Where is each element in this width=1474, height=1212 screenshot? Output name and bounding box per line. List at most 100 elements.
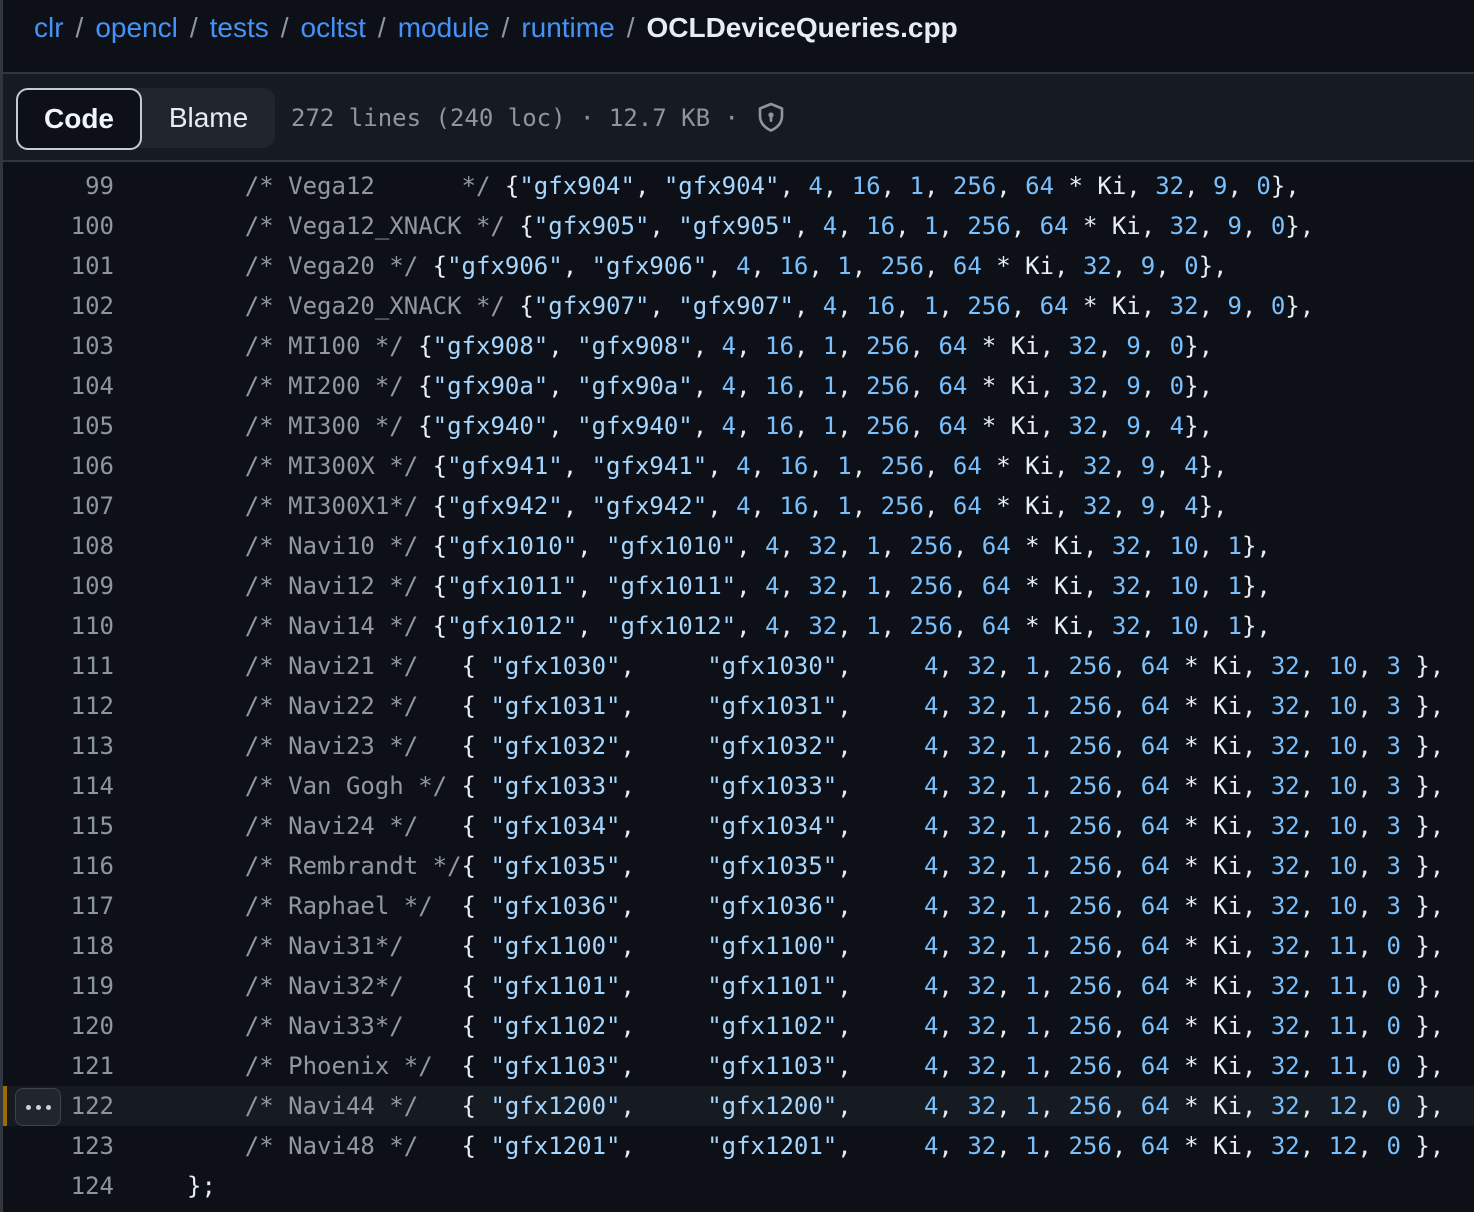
code-number: 4 bbox=[923, 1132, 939, 1160]
code-text: , bbox=[909, 372, 939, 400]
code-number: 64 bbox=[952, 452, 982, 480]
code-view-button[interactable]: Code bbox=[16, 88, 142, 150]
line-number[interactable]: 107 bbox=[3, 486, 114, 526]
code-text: , bbox=[1111, 1092, 1141, 1120]
code-text: * Ki, bbox=[1010, 572, 1112, 600]
code-text: }, bbox=[1184, 372, 1214, 400]
line-number[interactable]: 110 bbox=[3, 606, 114, 646]
code-text: * Ki, bbox=[981, 492, 1083, 520]
breadcrumb-link-0[interactable]: clr bbox=[34, 12, 64, 44]
shield-icon[interactable] bbox=[755, 101, 787, 133]
code-text: , bbox=[1357, 692, 1387, 720]
code-number: 16 bbox=[765, 412, 794, 440]
code-text: , bbox=[1111, 732, 1141, 760]
line-content: }; bbox=[187, 1166, 216, 1206]
code-text: , bbox=[1111, 932, 1141, 960]
code-string: "gfx1101" bbox=[490, 972, 621, 1000]
breadcrumb-link-3[interactable]: ocltst bbox=[301, 12, 366, 44]
line-number[interactable]: 100 bbox=[3, 206, 114, 246]
code-number: 64 bbox=[1025, 172, 1055, 200]
code-text: , bbox=[793, 292, 823, 320]
code-text: , bbox=[837, 1052, 924, 1080]
breadcrumb-link-5[interactable]: runtime bbox=[521, 12, 614, 44]
line-number[interactable]: 116 bbox=[3, 846, 114, 886]
code-text: , bbox=[837, 412, 867, 440]
line-number[interactable]: 118 bbox=[3, 926, 114, 966]
code-number: 256 bbox=[880, 492, 924, 520]
code-text: , bbox=[1357, 1012, 1387, 1040]
code-number: 256 bbox=[909, 572, 953, 600]
line-number[interactable]: 124 bbox=[3, 1166, 114, 1206]
line-content: /* Raphael */ { "gfx1036", "gfx1036", 4,… bbox=[187, 886, 1444, 926]
code-number: 64 bbox=[1039, 212, 1069, 240]
line-number[interactable]: 114 bbox=[3, 766, 114, 806]
line-number[interactable]: 101 bbox=[3, 246, 114, 286]
code-number: 1 bbox=[1025, 772, 1040, 800]
breadcrumb-link-2[interactable]: tests bbox=[210, 12, 269, 44]
line-number[interactable]: 102 bbox=[3, 286, 114, 326]
code-number: 64 bbox=[1140, 972, 1170, 1000]
code-text: , bbox=[909, 332, 939, 360]
line-number[interactable]: 119 bbox=[3, 966, 114, 1006]
blame-view-button[interactable]: Blame bbox=[142, 88, 275, 148]
line-content: /* Navi31*/ { "gfx1100", "gfx1100", 4, 3… bbox=[187, 926, 1444, 966]
breadcrumb-link-4[interactable]: module bbox=[398, 12, 490, 44]
code-text: , bbox=[923, 452, 953, 480]
code-line: 119 /* Navi32*/ { "gfx1101", "gfx1101", … bbox=[3, 966, 1474, 1006]
code-number: 11 bbox=[1328, 1052, 1358, 1080]
line-number[interactable]: 121 bbox=[3, 1046, 114, 1086]
code-text: , bbox=[793, 412, 823, 440]
line-number[interactable]: 117 bbox=[3, 886, 114, 926]
code-text: , bbox=[996, 972, 1026, 1000]
line-number[interactable]: 123 bbox=[3, 1126, 114, 1166]
code-string: "gfx1201" bbox=[707, 1132, 838, 1160]
code-text: , bbox=[620, 1132, 708, 1160]
code-number: 64 bbox=[938, 332, 968, 360]
line-number[interactable]: 120 bbox=[3, 1006, 114, 1046]
code-number: 0 bbox=[1169, 332, 1185, 360]
line-options-button[interactable] bbox=[15, 1088, 61, 1126]
code-number: 11 bbox=[1328, 972, 1358, 1000]
line-number[interactable]: 111 bbox=[3, 646, 114, 686]
code-text: , bbox=[1198, 532, 1228, 560]
code-text: , bbox=[620, 812, 708, 840]
code-string: "gfx907" bbox=[533, 292, 650, 320]
code-number: 32 bbox=[1270, 772, 1300, 800]
code-text: , bbox=[938, 652, 968, 680]
line-number[interactable]: 113 bbox=[3, 726, 114, 766]
breadcrumb-link-1[interactable]: opencl bbox=[95, 12, 178, 44]
line-number[interactable]: 115 bbox=[3, 806, 114, 846]
code-text: , bbox=[1039, 852, 1069, 880]
code-line: 122 /* Navi44 */ { "gfx1200", "gfx1200",… bbox=[3, 1086, 1474, 1126]
line-number[interactable]: 105 bbox=[3, 406, 114, 446]
line-number[interactable]: 103 bbox=[3, 326, 114, 366]
code-text: { bbox=[432, 452, 448, 480]
line-number[interactable]: 106 bbox=[3, 446, 114, 486]
code-text: , bbox=[837, 732, 924, 760]
line-content: /* Vega20 */ {"gfx906", "gfx906", 4, 16,… bbox=[187, 246, 1228, 286]
line-number[interactable]: 109 bbox=[3, 566, 114, 606]
code-text: , bbox=[620, 1052, 708, 1080]
code-text: , bbox=[1039, 932, 1069, 960]
code-number: 9 bbox=[1213, 172, 1228, 200]
code-number: 256 bbox=[1068, 732, 1112, 760]
code-text: , bbox=[736, 572, 765, 600]
code-number: 32 bbox=[967, 652, 997, 680]
code-text: , bbox=[736, 532, 765, 560]
line-number[interactable]: 99 bbox=[3, 166, 114, 206]
code-text: , bbox=[1357, 932, 1387, 960]
line-content: /* Navi14 */ {"gfx1012", "gfx1012", 4, 3… bbox=[187, 606, 1271, 646]
code-text: , bbox=[938, 1012, 968, 1040]
code-text: , bbox=[793, 372, 823, 400]
code-number: 10 bbox=[1328, 812, 1358, 840]
code-comment: /* Phoenix */ bbox=[187, 1052, 462, 1080]
code-text: , bbox=[938, 1092, 968, 1120]
line-number[interactable]: 108 bbox=[3, 526, 114, 566]
code-text: , bbox=[562, 252, 592, 280]
code-number: 1 bbox=[1227, 572, 1242, 600]
code-text: , bbox=[938, 812, 968, 840]
line-number[interactable]: 112 bbox=[3, 686, 114, 726]
code-number: 10 bbox=[1169, 572, 1199, 600]
code-text: * Ki, bbox=[1169, 1132, 1271, 1160]
line-number[interactable]: 104 bbox=[3, 366, 114, 406]
